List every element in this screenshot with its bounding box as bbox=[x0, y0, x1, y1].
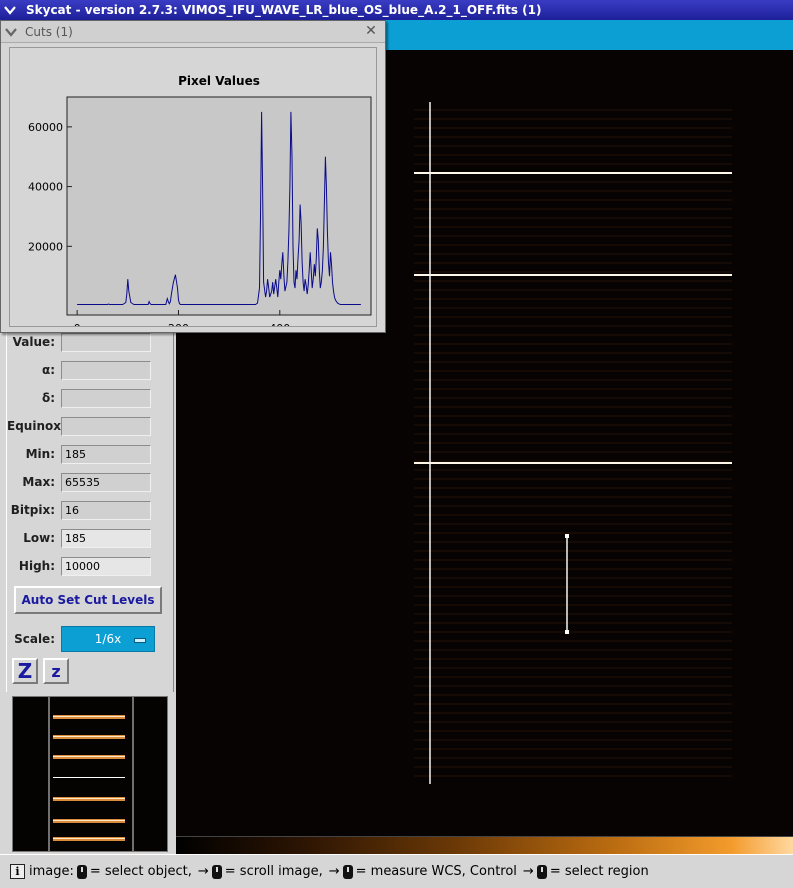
panner-thumbnail[interactable] bbox=[12, 696, 168, 852]
info-icon: i bbox=[10, 864, 25, 879]
status-select-object: = select object, bbox=[89, 864, 192, 879]
panner-bright-line bbox=[53, 777, 125, 778]
status-bar: i image: = select object, → = scroll ima… bbox=[0, 854, 793, 888]
status-select-region: = select region bbox=[549, 864, 649, 879]
y-tick-label: 40000 bbox=[28, 181, 63, 194]
menubar-strip bbox=[386, 20, 793, 50]
field-alpha: α: bbox=[7, 360, 175, 380]
window-title: Skycat - version 2.7.3: VIMOS_IFU_WAVE_L… bbox=[26, 3, 542, 17]
field-low: Low: 185 bbox=[7, 528, 175, 548]
delta-field bbox=[61, 388, 151, 408]
cuts-window[interactable]: Cuts (1) ✕ Pixel Values 20000 40000 60000 0 2… bbox=[0, 20, 386, 335]
panner-band-highlight bbox=[53, 838, 125, 839]
auto-set-cut-levels-button[interactable]: Auto Set Cut Levels bbox=[14, 586, 162, 614]
max-field: 65535 bbox=[61, 472, 151, 492]
field-equinox: Equinox: bbox=[7, 416, 175, 436]
max-label: Max: bbox=[22, 475, 55, 489]
equinox-label: Equinox: bbox=[7, 419, 66, 433]
zoom-in-label: Z bbox=[17, 659, 33, 683]
low-input[interactable]: 185 bbox=[61, 528, 151, 548]
zoom-out-button[interactable]: z bbox=[43, 658, 69, 684]
plot-area bbox=[66, 96, 372, 316]
info-panel: Value: α: δ: Equinox: Min: 185 Max: 6553… bbox=[6, 330, 174, 692]
x-tick-label: 400 bbox=[269, 322, 290, 326]
window-menu-chevron-icon[interactable] bbox=[0, 0, 20, 20]
scale-value: 1/6x bbox=[94, 632, 122, 646]
cuts-titlebar[interactable]: Cuts (1) bbox=[1, 21, 385, 43]
cuts-menu-chevron-icon[interactable] bbox=[1, 22, 21, 42]
min-field: 185 bbox=[61, 444, 151, 464]
delta-label: δ: bbox=[41, 391, 55, 405]
cuts-plot[interactable]: Pixel Values 20000 40000 60000 0 200 400 bbox=[9, 47, 377, 335]
measure-handle bbox=[565, 534, 569, 538]
high-input[interactable]: 10000 bbox=[61, 556, 151, 576]
mouse-button-2-icon bbox=[211, 864, 222, 879]
panner-band-highlight bbox=[53, 716, 125, 717]
x-tick-label: 0 bbox=[74, 322, 81, 326]
main-titlebar[interactable]: Skycat - version 2.7.3: VIMOS_IFU_WAVE_L… bbox=[0, 0, 793, 20]
scale-select[interactable]: 1/6x bbox=[61, 626, 155, 652]
status-prefix: image: bbox=[29, 864, 74, 879]
field-max: Max: 65535 bbox=[7, 472, 175, 492]
close-icon[interactable]: ✕ bbox=[363, 23, 379, 39]
x-tick-label: 200 bbox=[168, 322, 189, 326]
min-label: Min: bbox=[25, 447, 55, 461]
mouse-button-1-icon bbox=[536, 864, 547, 879]
measure-handle bbox=[565, 630, 569, 634]
scale-label: Scale: bbox=[14, 632, 55, 646]
panner-band-highlight bbox=[53, 736, 125, 737]
low-label: Low: bbox=[23, 531, 55, 545]
scale-row: Scale: 1/6x bbox=[7, 626, 175, 652]
panner-band-highlight bbox=[53, 756, 125, 757]
bitpix-label: Bitpix: bbox=[10, 503, 55, 517]
pixel-values-chart[interactable]: Pixel Values 20000 40000 60000 0 200 400 bbox=[10, 48, 376, 335]
value-field bbox=[61, 332, 151, 352]
dropdown-indicator-icon bbox=[134, 638, 146, 643]
arrow-icon: → bbox=[197, 864, 209, 879]
field-bitpix: Bitpix: 16 bbox=[7, 500, 175, 520]
arrow-icon: → bbox=[522, 864, 534, 879]
chart-title: Pixel Values bbox=[178, 74, 260, 88]
zoom-in-button[interactable]: Z bbox=[12, 658, 38, 684]
mouse-button-3-icon bbox=[342, 864, 353, 879]
cuts-title: Cuts (1) bbox=[25, 24, 73, 39]
y-tick-label: 20000 bbox=[28, 240, 63, 253]
equinox-field bbox=[61, 416, 151, 436]
mouse-button-1-icon bbox=[76, 864, 87, 879]
zoom-out-label: z bbox=[51, 661, 61, 681]
alpha-field bbox=[61, 360, 151, 380]
panner-canvas[interactable] bbox=[13, 697, 168, 852]
field-min: Min: 185 bbox=[7, 444, 175, 464]
value-label: Value: bbox=[12, 335, 55, 349]
field-value: Value: bbox=[7, 332, 175, 352]
status-measure-wcs: = measure WCS, Control bbox=[355, 864, 517, 879]
alpha-label: α: bbox=[41, 363, 55, 377]
high-label: High: bbox=[18, 559, 55, 573]
bitpix-field: 16 bbox=[61, 500, 151, 520]
status-scroll-image: = scroll image, bbox=[224, 864, 323, 879]
field-high: High: 10000 bbox=[7, 556, 175, 576]
panner-band-highlight bbox=[53, 798, 125, 799]
colorbar[interactable] bbox=[176, 836, 793, 854]
arrow-icon: → bbox=[328, 864, 340, 879]
y-tick-label: 60000 bbox=[28, 121, 63, 134]
field-delta: δ: bbox=[7, 388, 175, 408]
panner-band-highlight bbox=[53, 820, 125, 821]
